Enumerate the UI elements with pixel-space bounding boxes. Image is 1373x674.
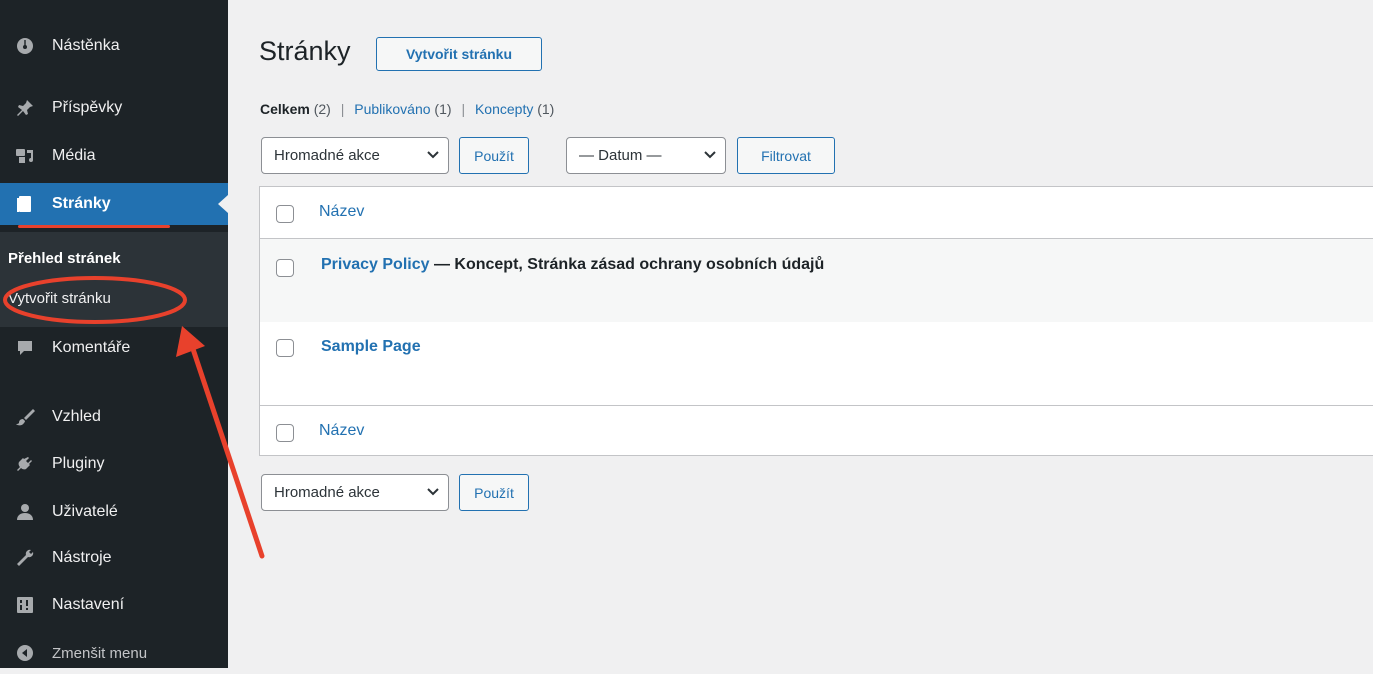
user-icon (14, 501, 36, 523)
filter-published-link[interactable]: Publikováno (354, 101, 430, 117)
plugin-icon (14, 453, 36, 475)
sidebar-item-dashboard[interactable]: Nástěnka (0, 25, 228, 67)
bulk-actions-select-top[interactable]: Hromadné akce (261, 137, 449, 174)
page-title-link[interactable]: Sample Page (321, 338, 421, 355)
submenu-add-new-page[interactable]: Vytvořit stránku (8, 290, 111, 307)
chevron-down-icon (426, 148, 440, 162)
sidebar-item-label: Stránky (52, 195, 111, 212)
submenu-overview[interactable]: Přehled stránek (8, 250, 121, 267)
filter-drafts-count: (1) (537, 101, 555, 117)
media-icon (14, 145, 36, 167)
sidebar-item-label: Vzhled (52, 408, 101, 425)
bulk-actions-select-bottom[interactable]: Hromadné akce (261, 474, 449, 511)
sidebar-item-label: Nastavení (52, 596, 125, 613)
sidebar-item-label: Komentáře (52, 339, 131, 356)
sidebar-item-label: Nástěnka (52, 37, 120, 54)
page-title-link[interactable]: Privacy Policy (321, 256, 430, 273)
sidebar-item-pages[interactable]: Stránky (0, 183, 228, 225)
table-footer-row: Název (260, 406, 1373, 455)
bulk-actions-value: Hromadné akce (274, 484, 380, 501)
date-filter-value: — Datum — (579, 147, 662, 164)
sidebar-item-media[interactable]: Média (0, 135, 228, 177)
wrench-icon (14, 547, 36, 569)
table-header-row: Název (260, 187, 1373, 239)
sidebar-item-posts[interactable]: Příspěvky (0, 87, 228, 129)
filter-all-link[interactable]: Celkem (260, 101, 310, 117)
page-title: Stránky (259, 36, 351, 66)
separator: | (461, 101, 466, 117)
sidebar-item-label: Příspěvky (52, 99, 123, 116)
filter-all-count: (2) (313, 101, 331, 117)
pages-table: Název Privacy Policy — Koncept, Stránka … (259, 186, 1373, 456)
page-icon (14, 193, 36, 215)
column-title-footer[interactable]: Název (319, 422, 364, 440)
sidebar-item-settings[interactable]: Nastavení (0, 584, 228, 626)
chevron-down-icon (703, 148, 717, 162)
row-checkbox[interactable] (276, 259, 294, 277)
row-title: Sample Page (321, 338, 421, 356)
comment-icon (14, 337, 36, 359)
sidebar-item-comments[interactable]: Komentáře (0, 327, 228, 369)
add-new-page-button[interactable]: Vytvořit stránku (376, 37, 542, 71)
table-row: Sample Page (260, 322, 1373, 406)
status-filter-links: Celkem (2) | Publikováno (1) | Koncepty … (260, 101, 554, 117)
collapse-icon (14, 642, 36, 664)
sidebar-item-label: Uživatelé (52, 503, 118, 520)
apply-button-bottom[interactable]: Použít (459, 474, 529, 511)
table-row: Privacy Policy — Koncept, Stránka zásad … (260, 239, 1373, 322)
separator: | (340, 101, 345, 117)
pages-submenu: Přehled stránek Vytvořit stránku (0, 232, 228, 327)
settings-icon (14, 594, 36, 616)
date-filter-select[interactable]: — Datum — (566, 137, 726, 174)
sidebar-item-appearance[interactable]: Vzhled (0, 396, 228, 438)
collapse-label: Zmenšit menu (52, 644, 148, 662)
main-content: Stránky Vytvořit stránku Celkem (2) | Pu… (228, 0, 1373, 668)
row-checkbox[interactable] (276, 339, 294, 357)
select-all-checkbox-bottom[interactable] (276, 424, 294, 442)
column-title-header[interactable]: Název (319, 203, 364, 221)
pin-icon (14, 97, 36, 119)
chevron-down-icon (426, 485, 440, 499)
page-state: — Koncept, Stránka zásad ochrany osobníc… (429, 256, 825, 273)
brush-icon (14, 406, 36, 428)
sidebar-item-tools[interactable]: Nástroje (0, 537, 228, 579)
filter-button[interactable]: Filtrovat (737, 137, 835, 174)
apply-button-top[interactable]: Použít (459, 137, 529, 174)
dashboard-icon (14, 35, 36, 57)
bulk-actions-value: Hromadné akce (274, 147, 380, 164)
select-all-checkbox[interactable] (276, 205, 294, 223)
filter-drafts-link[interactable]: Koncepty (475, 101, 533, 117)
sidebar-item-label: Nástroje (52, 549, 112, 566)
filter-published-count: (1) (434, 101, 452, 117)
sidebar-item-label: Média (52, 147, 96, 164)
annotation-underline (18, 225, 170, 228)
row-title: Privacy Policy — Koncept, Stránka zásad … (321, 256, 824, 274)
sidebar-item-label: Pluginy (52, 455, 105, 472)
sidebar-item-users[interactable]: Uživatelé (0, 491, 228, 533)
sidebar-item-plugins[interactable]: Pluginy (0, 443, 228, 485)
admin-sidebar: Nástěnka Příspěvky Média Stránky Přehled… (0, 0, 228, 668)
